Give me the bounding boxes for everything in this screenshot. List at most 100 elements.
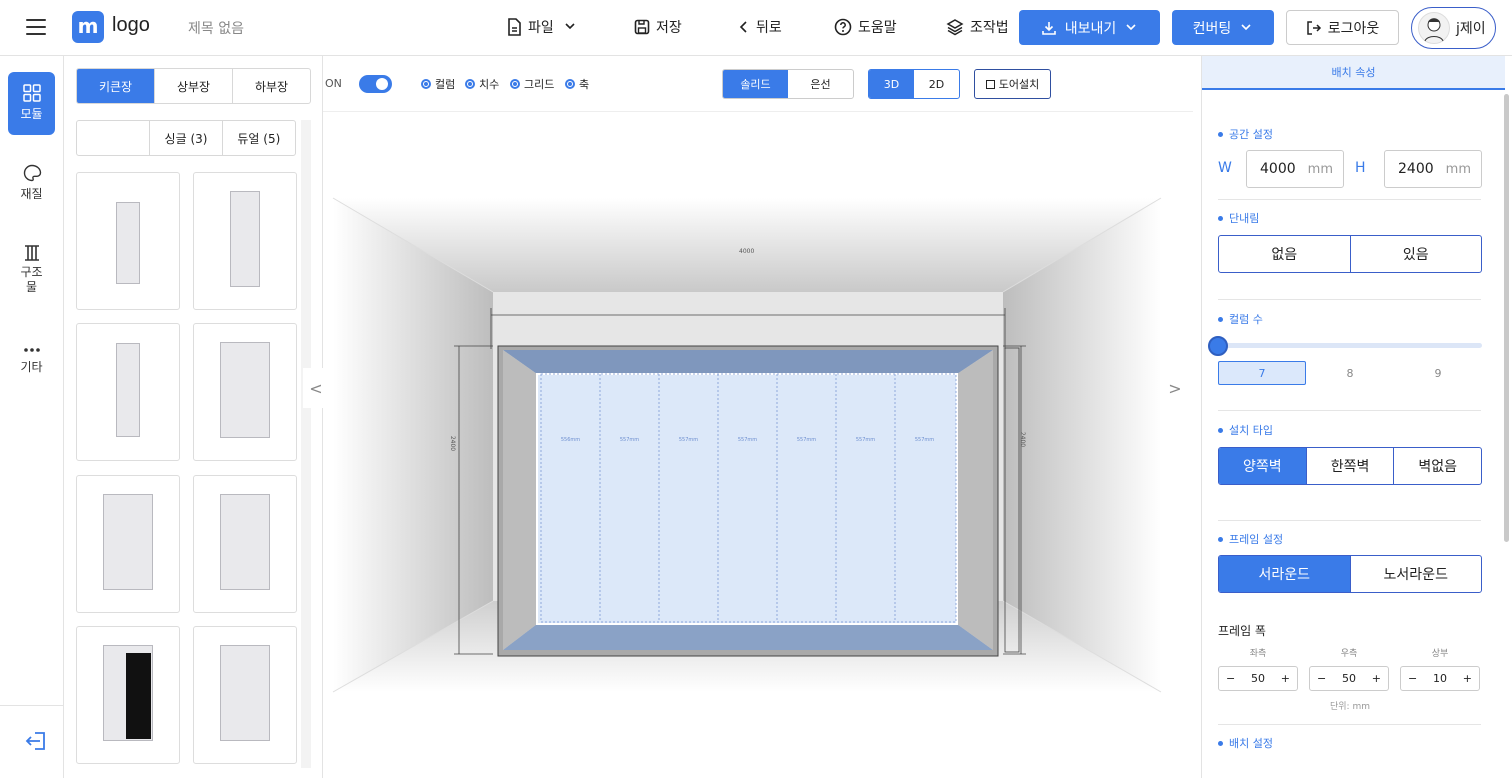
on-label: ON <box>325 77 342 90</box>
panel-scrollbar[interactable] <box>1504 94 1509 542</box>
step-toggle: 없음 있음 <box>1218 235 1482 273</box>
plus-icon[interactable]: + <box>1281 672 1290 685</box>
user-menu[interactable]: j제이 <box>1411 7 1496 49</box>
tab-lower-cabinet[interactable]: 하부장 <box>233 69 310 103</box>
nav-item-material[interactable]: 재질 <box>8 164 55 214</box>
mode-solid[interactable]: 솔리드 <box>723 70 788 98</box>
column-width-label: 557mm <box>914 437 935 443</box>
panel-scrollbar[interactable] <box>301 120 311 768</box>
convert-button[interactable]: 컨버팅 <box>1172 10 1274 45</box>
tab-tall-cabinet[interactable]: 키큰장 <box>77 69 155 103</box>
cabinet-thumbnail <box>116 343 140 437</box>
section-title-frame: 프레임 설정 <box>1218 531 1283 547</box>
nav-label: 모듈 <box>20 107 43 121</box>
column-option-7[interactable]: 7 <box>1218 361 1306 385</box>
nav-item-structure[interactable]: 구조물 <box>8 244 55 304</box>
file-menu[interactable]: 파일 <box>506 17 580 37</box>
height-input[interactable]: 2400 mm <box>1384 150 1482 188</box>
dimension-height-right: 2400 <box>1019 431 1027 448</box>
column-slider-thumb[interactable] <box>1208 336 1228 356</box>
chevron-left-icon <box>739 21 747 33</box>
module-card[interactable] <box>76 323 180 461</box>
guide-label: 조작법 <box>970 20 1009 36</box>
tab-placement-properties[interactable]: 배치 속성 <box>1202 56 1505 90</box>
more-icon <box>23 348 40 352</box>
nav-label: 재질 <box>20 187 43 201</box>
radio-grid[interactable]: 그리드 <box>510 76 554 92</box>
minus-icon[interactable]: − <box>1408 672 1417 685</box>
chevron-down-icon <box>1241 23 1251 30</box>
divider <box>1218 410 1481 411</box>
export-button[interactable]: 내보내기 <box>1019 10 1160 45</box>
nav-item-etc[interactable]: 기타 <box>8 344 55 384</box>
logout-icon <box>1306 20 1321 35</box>
column-width-label: 557mm <box>796 437 817 443</box>
download-icon <box>1041 21 1056 35</box>
install-both-walls[interactable]: 양쪽벽 <box>1219 448 1307 484</box>
frame-no-surround[interactable]: 노서라운드 <box>1351 556 1482 592</box>
frame-surround[interactable]: 서라운드 <box>1219 556 1351 592</box>
chevron-down-icon <box>565 23 575 30</box>
step-option-none[interactable]: 없음 <box>1219 236 1351 272</box>
frame-top-value[interactable]: 10 <box>1433 672 1447 685</box>
radio-axis[interactable]: 축 <box>565 76 589 92</box>
height-label: H <box>1355 160 1366 176</box>
step-option-yes[interactable]: 있음 <box>1351 236 1482 272</box>
cabinet-thumbnail <box>116 202 140 284</box>
frame-left-value[interactable]: 50 <box>1251 672 1265 685</box>
nav-label: 구조물 <box>20 265 43 294</box>
help-button[interactable]: 도움말 <box>834 17 897 37</box>
minus-icon[interactable]: − <box>1317 672 1326 685</box>
file-icon <box>508 18 521 36</box>
column-slider-track[interactable] <box>1218 343 1482 348</box>
door-label: 도어설치 <box>998 78 1040 91</box>
back-button[interactable]: 뒤로 <box>738 17 782 37</box>
tab-single[interactable]: 싱글 (3) <box>150 121 223 155</box>
save-icon <box>634 19 650 35</box>
guide-button[interactable]: 조작법 <box>946 17 1009 37</box>
tab-upper-cabinet[interactable]: 상부장 <box>155 69 233 103</box>
mode-3d[interactable]: 3D <box>869 70 914 98</box>
nav-item-module[interactable]: 모듈 <box>8 72 55 135</box>
document-title[interactable]: 제목 없음 <box>188 18 244 38</box>
mode-2d[interactable]: 2D <box>914 70 959 98</box>
radio-label: 그리드 <box>524 78 555 91</box>
install-no-wall[interactable]: 벽없음 <box>1394 448 1481 484</box>
plus-icon[interactable]: + <box>1372 672 1381 685</box>
prev-arrow[interactable]: < <box>303 368 329 408</box>
radio-label: 컬럼 <box>435 78 456 91</box>
unit-note: 단위: mm <box>1330 702 1370 712</box>
tab-all[interactable] <box>77 121 151 155</box>
next-arrow[interactable]: > <box>1165 368 1185 408</box>
radio-dimension[interactable]: 치수 <box>465 76 499 92</box>
module-card[interactable] <box>193 475 297 613</box>
module-card[interactable] <box>193 626 297 764</box>
minus-icon[interactable]: − <box>1226 672 1235 685</box>
back-label: 뒤로 <box>756 20 782 36</box>
install-one-wall[interactable]: 한쪽벽 <box>1307 448 1395 484</box>
save-button[interactable]: 저장 <box>634 17 682 37</box>
grid-icon <box>22 84 41 102</box>
file-label: 파일 <box>528 20 554 36</box>
export-label: 내보내기 <box>1064 20 1117 37</box>
module-card[interactable] <box>76 172 180 310</box>
door-install-button[interactable]: 도어설치 <box>974 69 1051 99</box>
radio-column[interactable]: 컬럼 <box>421 76 455 92</box>
frame-right-value[interactable]: 50 <box>1342 672 1356 685</box>
column-width-label: 557mm <box>619 437 640 443</box>
module-card[interactable] <box>193 323 297 461</box>
width-input[interactable]: 4000 mm <box>1246 150 1344 188</box>
logout-button[interactable]: 로그아웃 <box>1286 10 1399 45</box>
module-card[interactable] <box>193 172 297 310</box>
column-option-8[interactable]: 8 <box>1306 361 1394 385</box>
plus-icon[interactable]: + <box>1463 672 1472 685</box>
menu-icon[interactable] <box>26 19 46 35</box>
collapse-icon[interactable] <box>24 730 48 756</box>
module-card[interactable] <box>76 475 180 613</box>
mode-hidden-line[interactable]: 은선 <box>788 70 853 98</box>
tab-dual[interactable]: 듀얼 (5) <box>223 121 295 155</box>
toggle-switch[interactable] <box>359 75 392 93</box>
column-option-9[interactable]: 9 <box>1394 361 1482 385</box>
module-card[interactable] <box>76 626 180 764</box>
divider <box>1218 199 1481 200</box>
